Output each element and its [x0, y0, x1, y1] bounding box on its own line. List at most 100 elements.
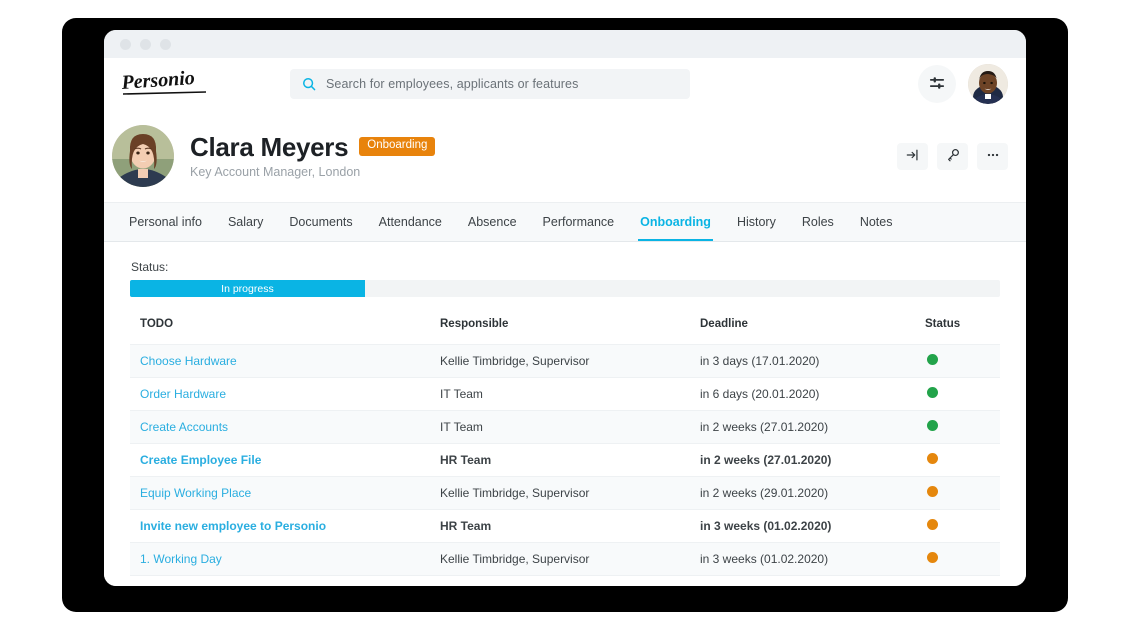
table-row[interactable]: Choose Hardware Kellie Timbridge, Supervi…: [130, 344, 1000, 378]
key-icon: [946, 148, 960, 165]
search-input[interactable]: Search for employees, applicants or feat…: [326, 77, 578, 91]
avatar[interactable]: [968, 64, 1008, 104]
cell-responsible: IT Team: [440, 410, 700, 444]
personio-logo[interactable]: Personio: [118, 67, 214, 101]
arrow-into-bracket-icon: [906, 148, 920, 165]
tab-history[interactable]: History: [724, 203, 789, 241]
employee-name-block: Clara Meyers Onboarding Key Account Mana…: [190, 131, 436, 179]
window-minimize-dot[interactable]: [140, 38, 151, 50]
tab-personal-info[interactable]: Personal info: [116, 203, 215, 241]
screenshot-stage: Personio Search for employees, applicant…: [0, 0, 1130, 630]
todo-label: 1. Working Day: [140, 552, 222, 566]
status-badge: Onboarding: [359, 137, 436, 156]
table-row[interactable]: Invite new employee to Personio HR Team in…: [130, 509, 1000, 543]
topbar-right-group: [918, 64, 1008, 104]
reset-password-button[interactable]: [937, 142, 968, 170]
status-label: Status:: [131, 260, 169, 274]
tab-label: Performance: [542, 215, 615, 229]
cell-status: [925, 509, 1000, 543]
status-dot-green: [927, 354, 938, 365]
cell-deadline: in 3 days (17.01.2020): [700, 344, 925, 378]
svg-text:Personio: Personio: [120, 68, 196, 94]
tab-label: Personal info: [129, 215, 202, 229]
cell-todo: Create Employee File: [130, 443, 440, 477]
tab-roles[interactable]: Roles: [789, 203, 847, 241]
app-window: Personio Search for employees, applicant…: [104, 30, 1026, 586]
tab-absence[interactable]: Absence: [455, 203, 530, 241]
table-row[interactable]: Order Hardware IT Team in 6 days (20.01.20…: [130, 377, 1000, 411]
name-line: Clara Meyers Onboarding: [190, 131, 436, 162]
tab-salary[interactable]: Salary: [215, 203, 276, 241]
todo-label: Create Employee File: [140, 453, 262, 467]
tab-onboarding[interactable]: Onboarding: [627, 203, 724, 241]
cell-status: [925, 344, 1000, 378]
page-title: Clara Meyers: [190, 131, 349, 162]
column-header-status: Status: [925, 318, 961, 330]
cell-status: [925, 575, 1000, 586]
todo-link[interactable]: Equip Working Place: [140, 486, 251, 500]
tab-documents[interactable]: Documents: [276, 203, 365, 241]
global-search-box[interactable]: Search for employees, applicants or feat…: [290, 69, 690, 99]
todo-link[interactable]: Choose Hardware: [140, 354, 237, 368]
cell-status: [925, 410, 1000, 444]
table-row[interactable]: 1. Working Day Kellie Timbridge, Supervis…: [130, 542, 1000, 576]
employee-position-subtitle: Key Account Manager, London: [190, 164, 361, 179]
tab-label: Absence: [467, 215, 517, 229]
cell-status: [925, 542, 1000, 576]
status-dot-orange: [927, 552, 938, 563]
profile-tabs: Personal info Salary Documents Attendanc…: [104, 202, 1026, 242]
column-header-deadline: Deadline: [700, 318, 748, 330]
progress-label: In progress: [221, 282, 274, 295]
cell-responsible: HR Team: [440, 443, 700, 477]
login-as-button[interactable]: [897, 142, 928, 170]
sliders-icon: [929, 75, 945, 94]
window-maximize-dot[interactable]: [160, 38, 171, 50]
tab-label: Onboarding: [640, 215, 711, 229]
todo-label: Order Hardware: [140, 387, 227, 401]
window-close-dot[interactable]: [120, 38, 131, 50]
cell-status: [925, 476, 1000, 510]
todo-link[interactable]: Create Employee File: [140, 453, 261, 467]
search-icon: [302, 77, 316, 91]
employee-profile-header: Clara Meyers Onboarding Key Account Mana…: [104, 110, 1026, 202]
tab-performance[interactable]: Performance: [530, 203, 628, 241]
todo-link[interactable]: Order Hardware: [140, 387, 226, 401]
todo-label: Invite new employee to Personio: [140, 519, 327, 533]
tab-label: Roles: [801, 215, 834, 229]
tab-label: History: [736, 215, 776, 229]
cell-responsible: IT Team: [440, 377, 700, 411]
table-row[interactable]: Create Accounts IT Team in 2 weeks (27.01.…: [130, 410, 1000, 444]
profile-action-buttons: [897, 142, 1008, 170]
employee-avatar[interactable]: [112, 125, 174, 187]
column-header-responsible: Responsible: [440, 318, 509, 330]
todo-link[interactable]: Invite new employee to Personio: [140, 519, 326, 533]
table-row[interactable]: Equip Working Place Kellie Timbridge, Sup…: [130, 476, 1000, 510]
tab-notes[interactable]: Notes: [847, 203, 906, 241]
ellipsis-icon: [986, 148, 1000, 165]
table-row[interactable]: Create Employee File HR Team in 2 weeks (2…: [130, 443, 1000, 477]
todo-link[interactable]: Create Accounts: [140, 420, 228, 434]
table-body: Choose Hardware Kellie Timbridge, Supervi…: [130, 344, 1000, 586]
tab-attendance[interactable]: Attendance: [366, 203, 455, 241]
cell-deadline: in 6 days (20.01.2020): [700, 377, 925, 411]
todo-link[interactable]: 1. Working Day: [140, 552, 222, 566]
onboarding-progress-bar: In progress: [130, 280, 1000, 297]
cell-deadline: in 3 weeks (01.02.2020): [700, 542, 925, 576]
todo-label: Choose Hardware: [140, 354, 237, 368]
cell-deadline: in 3 weeks (01.02.2020): [700, 575, 925, 586]
tab-label: Notes: [859, 215, 893, 229]
cell-responsible: Kellie Timbridge, Supervisor: [440, 476, 700, 510]
cell-todo: 1. Working Day: [130, 542, 440, 576]
table-row[interactable]: Welcome Email HR Teamin 3 weeks (01.02.20…: [130, 575, 1000, 586]
cell-responsible: Kellie Timbridge, Supervisor: [440, 542, 700, 576]
cell-todo: Create Accounts: [130, 410, 440, 444]
todo-link[interactable]: Welcome Email: [140, 585, 245, 586]
tab-label: Documents: [289, 215, 353, 229]
cell-responsible: Kellie Timbridge, Supervisor: [440, 344, 700, 378]
cell-todo: Equip Working Place: [130, 476, 440, 510]
todo-label: Welcome Email: [157, 585, 245, 586]
settings-button[interactable]: [918, 65, 956, 103]
column-header-todo: TODO: [140, 318, 174, 330]
cell-deadline: in 2 weeks (29.01.2020): [700, 476, 925, 510]
more-options-button[interactable]: [977, 142, 1008, 170]
